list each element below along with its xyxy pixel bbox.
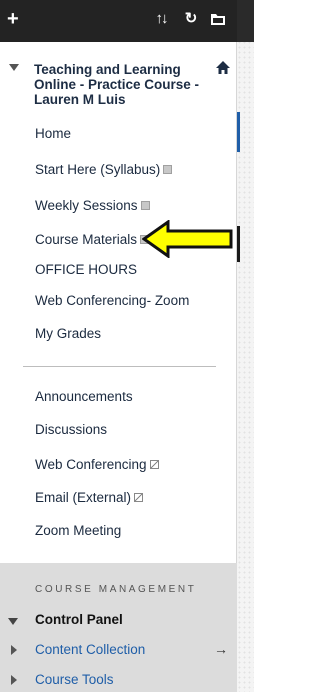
menu-item-label: Start Here (Syllabus) (35, 162, 161, 177)
folder-icon[interactable] (207, 8, 229, 30)
refresh-icon[interactable]: ↻ (180, 8, 202, 30)
course-menu-toolbar: + ↑↓ ↻ (0, 0, 237, 42)
menu-item-office-hours[interactable]: OFFICE HOURS (35, 262, 137, 278)
course-tools-link[interactable]: Course Tools (35, 672, 114, 688)
menu-item-weekly-sessions[interactable]: Weekly Sessions (35, 198, 150, 214)
menu-item-web-conferencing-zoom[interactable]: Web Conferencing- Zoom (35, 293, 189, 309)
expand-content-collection-icon[interactable] (11, 645, 17, 655)
expand-course-tools-icon[interactable] (11, 675, 17, 685)
content-dark-edge (237, 226, 240, 262)
menu-item-start-here[interactable]: Start Here (Syllabus) (35, 162, 173, 178)
course-management-panel: COURSE MANAGEMENT Control Panel Content … (0, 563, 237, 692)
add-menu-item-button[interactable]: + (7, 9, 19, 29)
top-bar-edge (237, 0, 254, 42)
menu-item-label: Weekly Sessions (35, 198, 138, 213)
yellow-arrow-icon (142, 220, 233, 258)
menu-item-discussions[interactable]: Discussions (35, 422, 107, 438)
hidden-content-icon (140, 200, 150, 210)
menu-item-announcements[interactable]: Announcements (35, 389, 133, 405)
menu-item-email-external[interactable]: Email (External) (35, 490, 144, 506)
control-panel-label[interactable]: Control Panel (35, 612, 123, 628)
menu-item-my-grades[interactable]: My Grades (35, 326, 101, 342)
course-title[interactable]: Teaching and Learning Online - Practice … (34, 62, 210, 107)
menu-item-home[interactable]: Home (35, 126, 71, 142)
content-collection-link[interactable]: Content Collection (35, 642, 145, 658)
menu-item-label: Course Materials (35, 232, 138, 247)
arrow-right-icon[interactable]: → (214, 641, 228, 657)
home-icon[interactable] (215, 60, 231, 76)
unavailable-icon (134, 492, 144, 502)
course-management-header: COURSE MANAGEMENT (35, 584, 197, 595)
course-menu-panel: + ↑↓ ↻ Teaching and Learning Online - Pr… (0, 0, 237, 692)
hidden-content-icon (163, 164, 173, 174)
menu-item-zoom-meeting[interactable]: Zoom Meeting (35, 523, 121, 539)
content-area-edge (237, 0, 254, 692)
menu-divider (23, 366, 216, 367)
menu-item-label: Web Conferencing (35, 457, 147, 472)
sort-icon[interactable]: ↑↓ (150, 8, 172, 30)
unavailable-icon (149, 459, 159, 469)
collapse-control-panel-icon[interactable] (8, 618, 18, 625)
menu-item-label: Email (External) (35, 490, 132, 505)
content-accent-edge (237, 112, 240, 152)
menu-item-web-conferencing[interactable]: Web Conferencing (35, 457, 159, 473)
collapse-course-icon[interactable] (9, 64, 19, 71)
menu-item-course-materials[interactable]: Course Materials (35, 232, 150, 248)
